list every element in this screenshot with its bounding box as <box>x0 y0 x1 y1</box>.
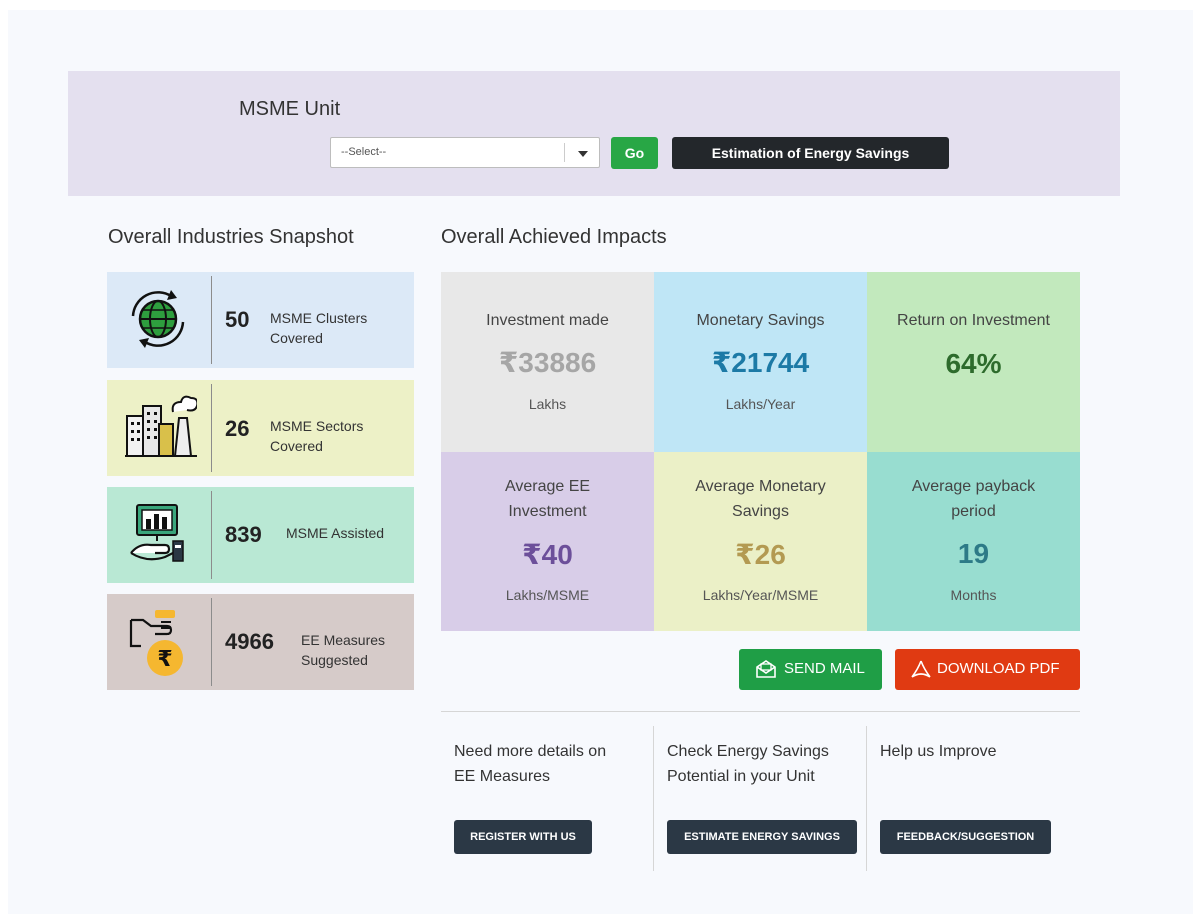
card-divider <box>211 276 212 364</box>
hand-chart-icon <box>107 487 211 583</box>
snapshot-card-clusters: 50 MSME Clusters Covered <box>107 272 414 368</box>
download-pdf-label: DOWNLOAD PDF <box>937 660 1060 677</box>
tile-unit: Lakhs/Year/MSME <box>702 587 819 603</box>
card-divider <box>211 491 212 579</box>
tile-investment-made: Investment made ₹33886 Lakhs <box>441 272 654 452</box>
impacts-title: Overall Achieved Impacts <box>441 226 667 248</box>
tile-unit: Lakhs/Year <box>725 396 796 412</box>
sectors-label: MSME Sectors Covered <box>270 418 364 454</box>
tile-average-monetary-savings: Average Monetary Savings ₹26 Lakhs/Year/… <box>654 452 867 631</box>
snapshot-card-assisted: 839 MSME Assisted <box>107 487 414 583</box>
clusters-label: MSME Clusters Covered <box>270 310 368 346</box>
estimate-energy-savings-button[interactable]: ESTIMATE ENERGY SAVINGS <box>667 820 857 854</box>
measures-count: 4966 <box>225 629 274 654</box>
cta-text: Need more details on EE Measures <box>454 743 607 785</box>
tile-value: 19 <box>957 538 990 569</box>
clusters-count: 50 <box>225 307 250 332</box>
tile-value: ₹21744 <box>711 347 810 378</box>
tile-average-ee-investment: Average EE Investment ₹40 Lakhs/MSME <box>441 452 654 631</box>
tile-value: ₹40 <box>522 539 573 570</box>
register-with-us-button[interactable]: REGISTER WITH US <box>454 820 592 854</box>
select-value: --Select-- <box>341 146 387 158</box>
go-button[interactable]: Go <box>611 137 658 169</box>
msme-unit-title: MSME Unit <box>239 98 341 120</box>
tile-label: Investment made <box>486 312 609 329</box>
tile-label: Return on Investment <box>897 312 1050 329</box>
tile-label: Monetary Savings <box>696 312 825 329</box>
envelope-icon <box>756 660 776 678</box>
cta-text: Help us Improve <box>880 743 997 760</box>
snapshot-card-sectors: 26 MSME Sectors Covered <box>107 380 414 476</box>
tile-unit: Lakhs/MSME <box>505 587 590 603</box>
card-divider <box>211 384 212 472</box>
tile-value: ₹33886 <box>498 347 597 378</box>
tile-return-on-investment: Return on Investment 64% <box>867 272 1080 452</box>
tile-value: ₹26 <box>735 539 786 570</box>
sectors-count: 26 <box>225 416 250 441</box>
tile-average-payback-period: Average payback period 19 Months <box>867 452 1080 631</box>
estimation-of-energy-savings-button[interactable]: Estimation of Energy Savings <box>672 137 949 169</box>
caret-down-icon[interactable] <box>578 151 588 157</box>
cta-register: Need more details on EE Measures REGISTE… <box>441 726 654 871</box>
select-divider <box>564 143 565 162</box>
factory-buildings-icon <box>107 380 211 476</box>
assisted-label: MSME Assisted <box>286 525 385 541</box>
tile-monetary-savings: Monetary Savings ₹21744 Lakhs/Year <box>654 272 867 452</box>
globe-refresh-icon <box>107 272 211 368</box>
snapshot-title: Overall Industries Snapshot <box>108 226 354 248</box>
feedback-suggestion-button[interactable]: FEEDBACK/SUGGESTION <box>880 820 1051 854</box>
download-pdf-button[interactable]: DOWNLOAD PDF <box>895 649 1080 690</box>
tile-unit: Months <box>950 587 997 603</box>
msme-unit-panel: MSME Unit --Select-- Go Estimation of En… <box>68 71 1120 196</box>
snapshot-card-measures: ₹ 4966 EE Measures Suggested <box>107 594 414 690</box>
cta-estimate: Check Energy Savings Potential in your U… <box>654 726 867 871</box>
msme-unit-select[interactable]: --Select-- <box>330 137 600 168</box>
rupee-bag-hand-icon: ₹ <box>107 594 211 690</box>
tile-label: Average Monetary Savings <box>695 478 826 520</box>
tile-label: Average payback period <box>911 478 1036 520</box>
send-mail-label: SEND MAIL <box>784 660 865 677</box>
card-divider <box>211 598 212 686</box>
cta-feedback: Help us Improve FEEDBACK/SUGGESTION <box>867 726 1080 871</box>
tile-unit: Lakhs <box>528 396 567 412</box>
send-mail-button[interactable]: SEND MAIL <box>739 649 882 690</box>
pdf-icon <box>911 660 931 678</box>
cta-text: Check Energy Savings Potential in your U… <box>667 743 829 785</box>
assisted-count: 839 <box>225 522 262 547</box>
tile-label: Average EE Investment <box>504 478 591 520</box>
svg-text:₹: ₹ <box>157 647 172 672</box>
section-divider <box>441 711 1080 712</box>
measures-label: EE Measures Suggested <box>301 632 386 668</box>
tile-value: 64% <box>945 348 1002 379</box>
